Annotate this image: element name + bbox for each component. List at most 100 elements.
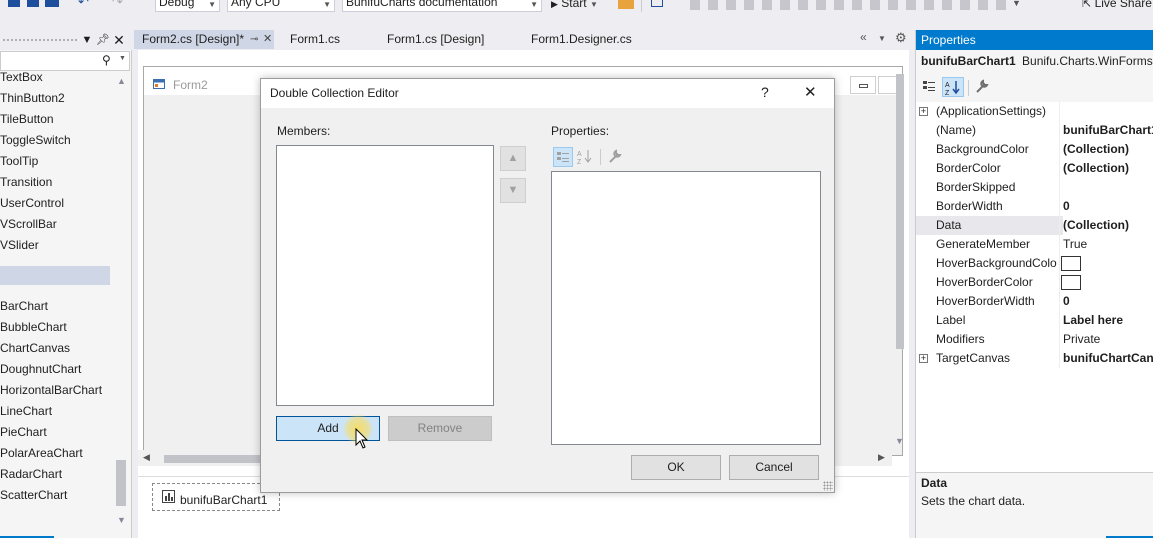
window-menu-icon[interactable]: ▼ [80,32,94,48]
tool-item-barchart[interactable]: BarChart [0,296,48,317]
tab-form1-design[interactable]: Form1.cs [Design] [379,30,484,49]
find-icon[interactable] [618,0,634,9]
tool-item-usercontrol[interactable]: UserControl [0,193,64,214]
property-row[interactable]: (Name) bunifuBarChart1 [916,121,1153,140]
save-icon[interactable] [27,0,39,7]
property-row[interactable]: HoverBackgroundColo [916,254,1153,273]
property-value[interactable]: True [1063,235,1087,254]
property-value[interactable]: bunifuBarChart1 [1063,121,1153,140]
close-icon[interactable]: ✕ [112,32,126,48]
property-row[interactable]: HoverBorderWidth 0 [916,292,1153,311]
property-value[interactable]: (Collection) [1063,159,1129,178]
tool-item-linechart[interactable]: LineChart [0,401,52,422]
save-all-icon[interactable] [45,0,59,7]
horizontal-scroll-thumb[interactable] [164,455,264,463]
scroll-up-icon[interactable]: ▲ [117,76,126,86]
dialog-property-grid[interactable] [551,171,821,445]
property-row[interactable]: BorderColor (Collection) [916,159,1153,178]
designer-vertical-scrollbar[interactable]: ▼ [892,60,909,450]
tool-item-horizontalbarchart[interactable]: HorizontalBarChart [0,380,102,401]
tool-item-doughnutchart[interactable]: DoughnutChart [0,359,81,380]
property-value[interactable]: Label here [1063,311,1123,330]
scroll-tabs-left-icon[interactable]: « [860,30,867,44]
property-row[interactable]: Modifiers Private [916,330,1153,349]
tool-item-thinbutton2[interactable]: ThinButton2 [0,88,65,109]
property-value[interactable]: (Collection) [1063,140,1129,159]
property-row-selected[interactable]: Data (Collection) [916,216,1153,235]
cancel-button[interactable]: Cancel [729,455,819,480]
property-value[interactable]: 0 [1063,197,1070,216]
property-row[interactable]: BackgroundColor (Collection) [916,140,1153,159]
categorized-button[interactable] [920,77,940,97]
property-row[interactable]: BorderWidth 0 [916,197,1153,216]
dialog-titlebar[interactable]: Double Collection Editor ? ✕ [261,79,834,108]
drag-grip[interactable] [2,38,78,42]
scroll-left-icon[interactable]: ◀ [143,452,150,463]
tool-item-tooltip[interactable]: ToolTip [0,151,38,172]
tool-item-vslider[interactable]: VSlider [0,235,39,256]
selected-object-selector[interactable]: bunifuBarChart1 Bunifu.Charts.WinForms. [921,54,1153,68]
tab-form1-designer-cs[interactable]: Form1.Designer.cs [523,30,632,49]
ok-button[interactable]: OK [631,455,721,480]
property-value[interactable]: bunifuChartCanv [1063,349,1153,368]
resize-grip[interactable] [823,481,833,491]
pin-icon[interactable]: 📌︎ [96,32,110,48]
property-value[interactable]: 0 [1063,292,1070,311]
tab-list-dropdown-icon[interactable]: ▼ [878,34,886,43]
platform-select[interactable]: Any CPU ▼ [227,0,335,12]
property-row[interactable]: Label Label here [916,311,1153,330]
pin-icon[interactable]: ⊸ [250,30,258,49]
undo-icon[interactable]: ↶ [78,0,89,10]
new-project-icon[interactable] [8,0,20,7]
property-row[interactable]: + TargetCanvas bunifuChartCanv [916,349,1153,368]
tool-item-scatterchart[interactable]: ScatterChart [0,485,67,506]
tab-form1-cs[interactable]: Form1.cs [282,30,340,49]
property-value[interactable]: Private [1063,330,1100,349]
description-title: Data [921,476,948,490]
tool-item-chartcanvas[interactable]: ChartCanvas [0,338,70,359]
tool-item-piechart[interactable]: PieChart [0,422,47,443]
redo-icon[interactable]: ↷ [112,0,123,10]
help-button[interactable]: ? [761,84,769,100]
remove-button[interactable]: Remove [388,416,492,441]
tab-form2-design[interactable]: Form2.cs [Design]* ⊸ ✕ [134,30,274,49]
tool-item-toggleswitch[interactable]: ToggleSwitch [0,130,71,151]
search-icon[interactable]: ⚲ [102,53,111,67]
vertical-scroll-thumb[interactable] [896,74,904,349]
property-row[interactable]: GenerateMember True [916,235,1153,254]
color-swatch[interactable] [1061,256,1081,271]
tool-item-transition[interactable]: Transition [0,172,52,193]
scroll-down-icon[interactable]: ▼ [117,515,126,525]
gear-icon[interactable]: ⚙ [895,30,907,46]
start-button[interactable]: ▶ Start ▼ [551,0,598,10]
dialog-close-button[interactable]: ✕ [804,83,817,101]
property-row[interactable]: HoverBorderColor [916,273,1153,292]
tool-item-bubblechart[interactable]: BubbleChart [0,317,67,338]
expand-icon[interactable]: + [919,354,928,363]
property-row[interactable]: + (ApplicationSettings) [916,102,1153,121]
members-listbox[interactable] [276,145,494,406]
chevron-down-icon[interactable]: ▼ [119,55,126,62]
expand-icon[interactable]: + [919,107,928,116]
close-icon[interactable]: ✕ [263,30,272,49]
property-value[interactable]: (Collection) [1063,216,1153,235]
property-pages-button[interactable] [973,77,993,97]
property-row[interactable]: BorderSkipped [916,178,1153,197]
tool-label: BubbleChart [0,320,67,334]
tool-item-polarareachart[interactable]: PolarAreaChart [0,443,83,464]
scroll-right-icon[interactable]: ▶ [878,452,885,463]
tool-item-textbox[interactable]: TextBox [0,67,43,88]
chevron-down-icon[interactable]: ▼ [1012,0,1021,8]
toolbox-group-header[interactable] [0,266,110,285]
tool-item-radarchart[interactable]: RadarChart [0,464,62,485]
tool-item-vscrollbar[interactable]: VScrollBar [0,214,57,235]
scroll-down-icon[interactable]: ▼ [895,436,904,446]
tool-item-tilebutton[interactable]: TileButton [0,109,54,130]
configuration-select[interactable]: Debug ▼ [155,0,220,12]
home-icon[interactable] [651,0,663,7]
color-swatch[interactable] [1061,275,1081,290]
live-share-button[interactable]: ⇱ Live Share [1082,0,1152,10]
toolbox-scroll-thumb[interactable] [116,460,126,506]
startup-project-select[interactable]: BunifuCharts documentation ▼ [342,0,542,12]
alphabetical-button[interactable]: AZ [942,77,964,97]
